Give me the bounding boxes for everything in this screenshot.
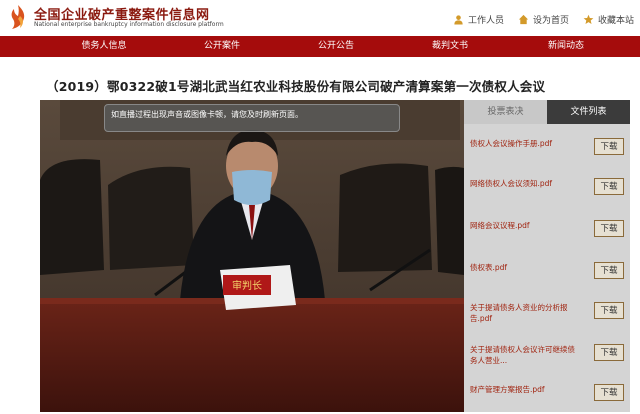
home-icon [518,14,529,25]
file-link[interactable]: 关于提请债权人会议许可继续债务人营业... [470,344,578,366]
file-link[interactable]: 关于提请债务人资业的分析报告.pdf [470,302,578,324]
side-panel: 投票表决 文件列表 债权人会议操作手册.pdf 下载 网络债权人会议须知.pdf… [464,100,630,412]
download-button[interactable]: 下载 [594,220,624,237]
download-button[interactable]: 下载 [594,178,624,195]
download-button[interactable]: 下载 [594,344,624,361]
nav-debtor-info[interactable]: 债务人信息 [0,36,208,57]
file-list-item: 关于提请债权人会议许可继续债务人营业... 下载 [470,344,624,366]
set-homepage-link[interactable]: 设为首页 [518,13,569,26]
file-link[interactable]: 财产管理方案报告.pdf [470,384,578,395]
bookmark-label: 收藏本站 [597,16,634,26]
download-button[interactable]: 下载 [594,138,624,155]
file-list-item: 债权人会议操作手册.pdf 下载 [470,138,624,155]
download-button[interactable]: 下载 [594,302,624,319]
set-homepage-label: 设为首页 [532,16,569,26]
panel-tabs: 投票表决 文件列表 [464,100,630,124]
site-header: 全国企业破产重整案件信息网 National enterprise bankru… [0,0,640,36]
file-link[interactable]: 债权表.pdf [470,262,578,273]
main-nav: 债务人信息 公开案件 公开公告 裁判文书 新闻动态 [0,36,640,57]
live-video-player[interactable]: 审判长 [40,100,464,412]
bookmark-link[interactable]: 收藏本站 [583,13,634,26]
file-link[interactable]: 债权人会议操作手册.pdf [470,138,578,149]
nav-public-announcements[interactable]: 公开公告 [310,36,362,57]
star-icon [583,14,594,24]
tab-file-list[interactable]: 文件列表 [547,100,630,124]
file-link[interactable]: 网络会议议程.pdf [470,220,578,231]
download-button[interactable]: 下载 [594,384,624,401]
file-list-item: 网络债权人会议须知.pdf 下载 [470,178,624,195]
staff-link-label: 工作人员 [467,16,504,26]
tab-voting[interactable]: 投票表决 [464,100,547,124]
file-list-item: 网络会议议程.pdf 下载 [470,220,624,237]
court-scene-image: 审判长 [40,100,464,412]
nav-news[interactable]: 新闻动态 [540,36,592,57]
site-subtitle: National enterprise bankruptcy informati… [34,21,224,28]
file-list-item: 财产管理方案报告.pdf 下载 [470,384,624,401]
file-link[interactable]: 网络债权人会议须知.pdf [470,178,578,189]
nav-public-cases[interactable]: 公开案件 [196,36,248,57]
file-list-item: 债权表.pdf 下载 [470,262,624,279]
nav-judgments[interactable]: 裁判文书 [424,36,476,57]
site-logo-icon[interactable] [6,4,30,30]
download-button[interactable]: 下载 [594,262,624,279]
file-list-item: 关于提请债务人资业的分析报告.pdf 下载 [470,302,624,324]
staff-link[interactable]: 工作人员 [453,13,504,26]
top-links: 工作人员 设为首页 收藏本站 [453,13,634,26]
user-icon [454,15,463,25]
case-title: （2019）鄂0322破1号湖北武当红农业科技股份有限公司破产清算案第一次债权人… [46,79,546,94]
nameplate-text: 审判长 [232,279,262,292]
stream-notice: 如直播过程出现声音或图像卡顿，请您及时刷新页面。 [104,104,400,132]
